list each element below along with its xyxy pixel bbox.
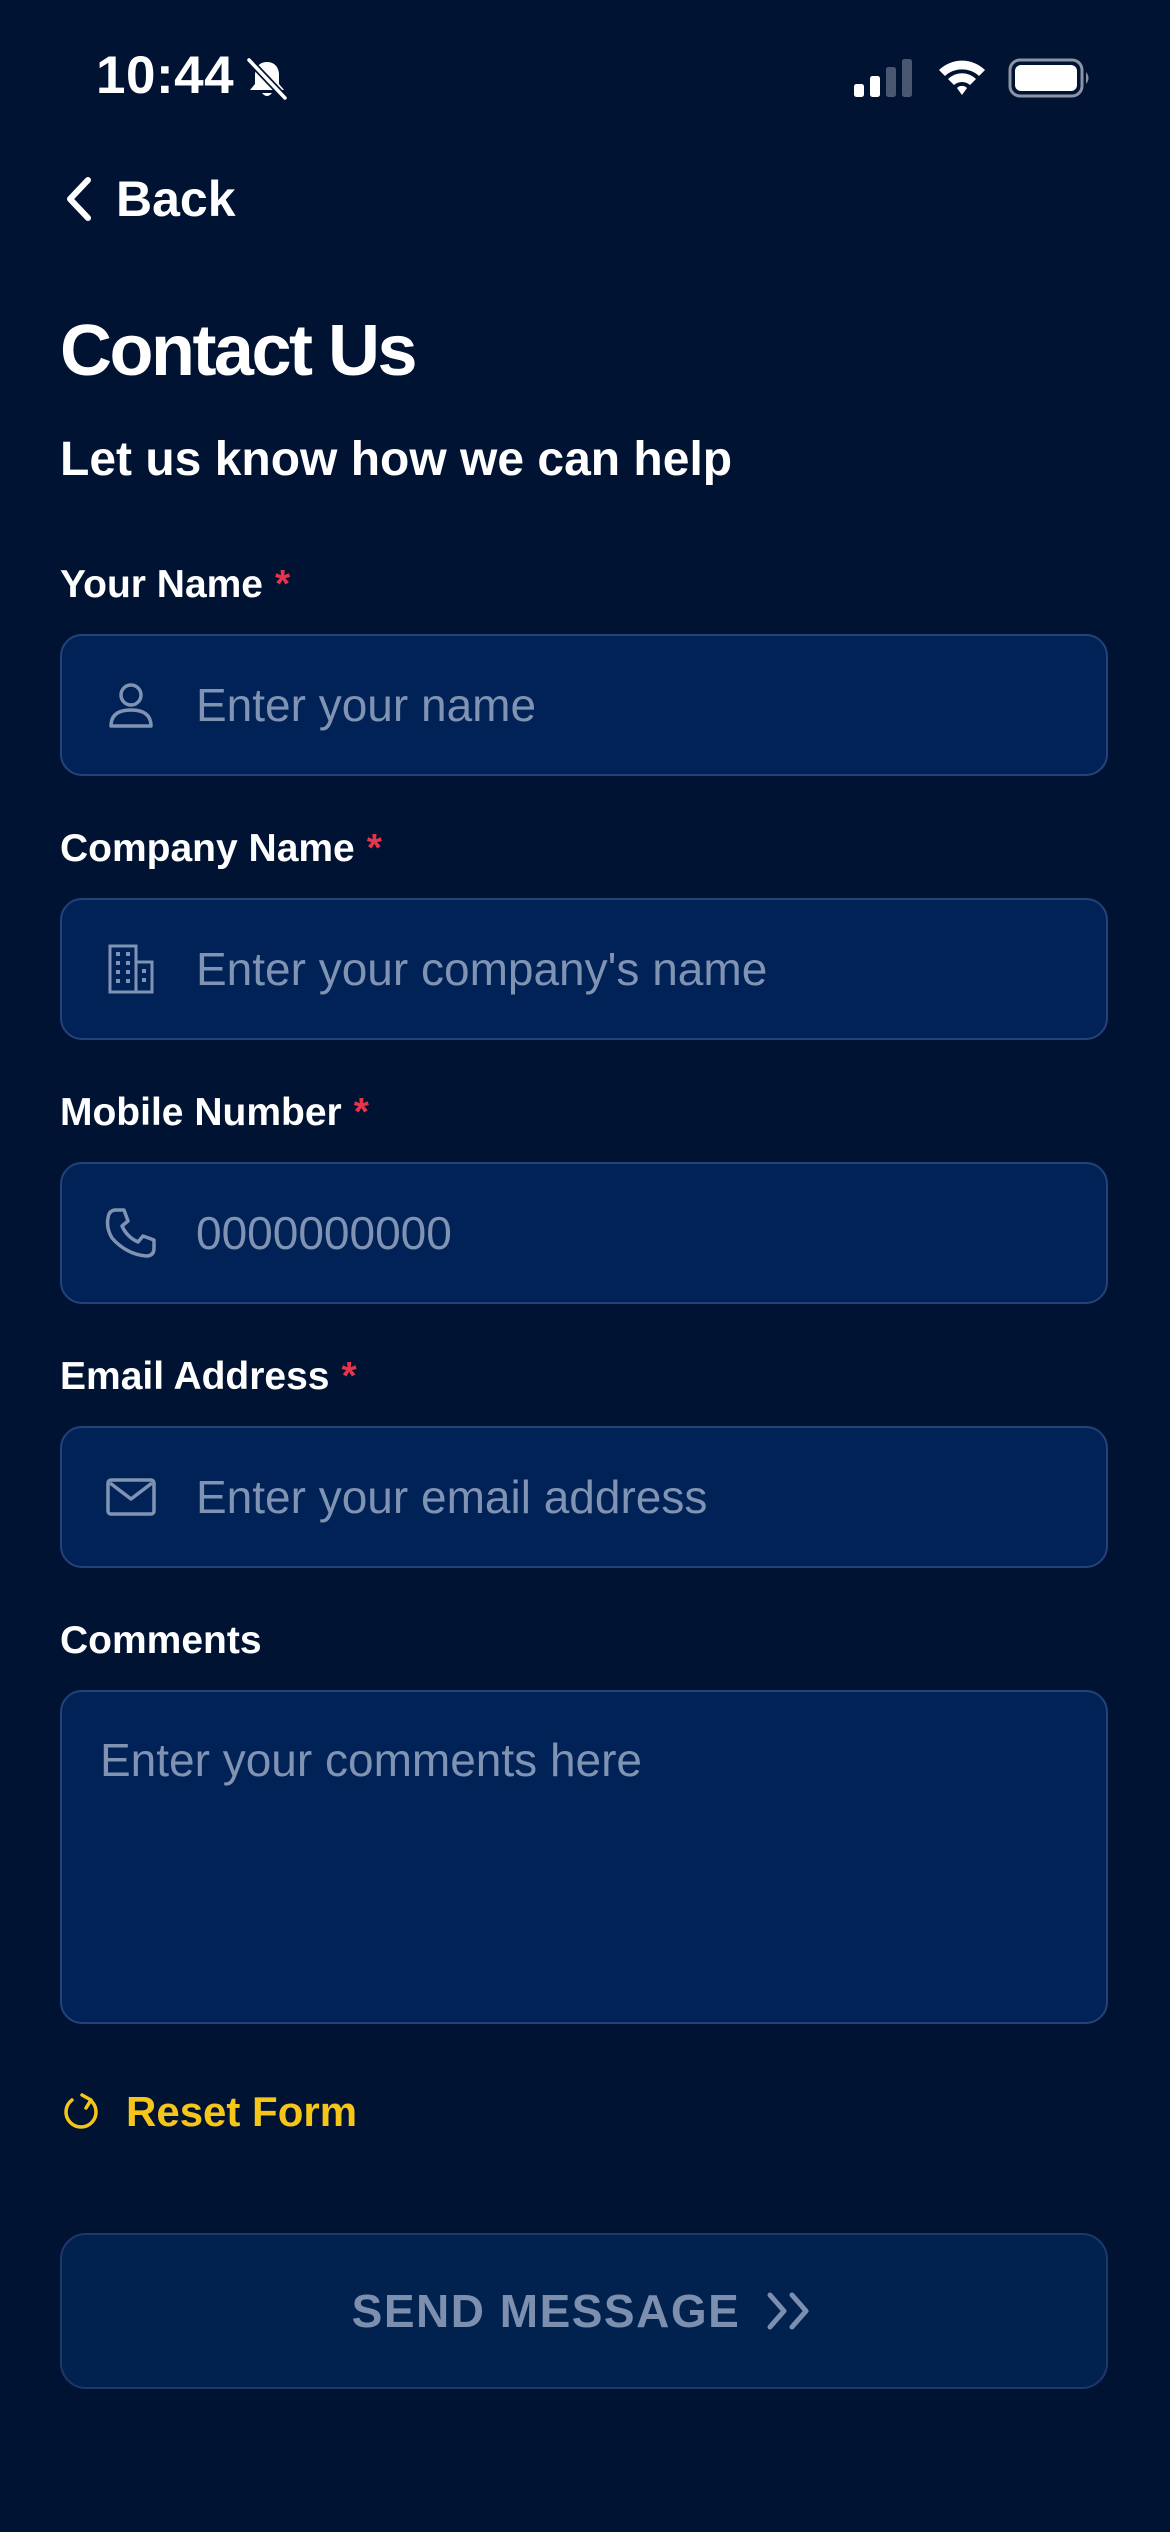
- name-label-text: Your Name: [60, 563, 263, 606]
- comments-textarea[interactable]: [100, 1732, 1060, 1992]
- mobile-label-text: Mobile Number: [60, 1091, 342, 1134]
- refresh-icon: [64, 2093, 98, 2129]
- status-bar: 10:44: [0, 0, 1170, 150]
- chevron-left-icon: [67, 177, 91, 221]
- comments-label: Comments: [60, 1619, 262, 1662]
- company-field-box[interactable]: [60, 898, 1108, 1040]
- back-label: Back: [116, 171, 236, 227]
- name-label: Your Name *: [60, 560, 290, 610]
- required-marker: *: [353, 1091, 369, 1134]
- comments-field-box[interactable]: [60, 1690, 1108, 2024]
- user-icon: [109, 683, 153, 728]
- status-time: 10:44: [96, 46, 235, 105]
- company-label: Company Name *: [60, 824, 382, 874]
- email-label: Email Address *: [60, 1352, 357, 1402]
- cellular-signal-icon: [854, 59, 912, 97]
- building-icon: [108, 944, 154, 994]
- page-subtitle: Let us know how we can help: [60, 433, 733, 486]
- envelope-icon: [106, 1478, 156, 1516]
- send-message-button[interactable]: SEND MESSAGE: [60, 2233, 1108, 2389]
- name-input[interactable]: [196, 670, 1106, 740]
- battery-icon: [1008, 58, 1089, 98]
- back-button[interactable]: Back: [60, 168, 236, 230]
- mobile-input[interactable]: [196, 1198, 1106, 1268]
- reset-form-label: Reset Form: [126, 2088, 358, 2135]
- send-message-label: SEND MESSAGE: [351, 2285, 741, 2337]
- email-field-box[interactable]: [60, 1426, 1108, 1568]
- reset-form-button[interactable]: Reset Form: [60, 2082, 357, 2142]
- mobile-field-box[interactable]: [60, 1162, 1108, 1304]
- email-label-text: Email Address: [60, 1355, 330, 1398]
- phone-icon: [105, 1208, 156, 1258]
- email-input[interactable]: [196, 1462, 1106, 1532]
- double-chevron-right-icon: [767, 2292, 809, 2330]
- required-marker: *: [275, 563, 291, 606]
- company-input[interactable]: [196, 934, 1106, 1004]
- required-marker: *: [341, 1355, 357, 1398]
- company-label-text: Company Name: [60, 827, 355, 870]
- page-title: Contact Us: [60, 311, 418, 391]
- wifi-icon: [939, 60, 985, 95]
- required-marker: *: [366, 827, 382, 870]
- bell-slash-icon: [246, 57, 288, 101]
- mobile-label: Mobile Number *: [60, 1088, 369, 1138]
- name-field-box[interactable]: [60, 634, 1108, 776]
